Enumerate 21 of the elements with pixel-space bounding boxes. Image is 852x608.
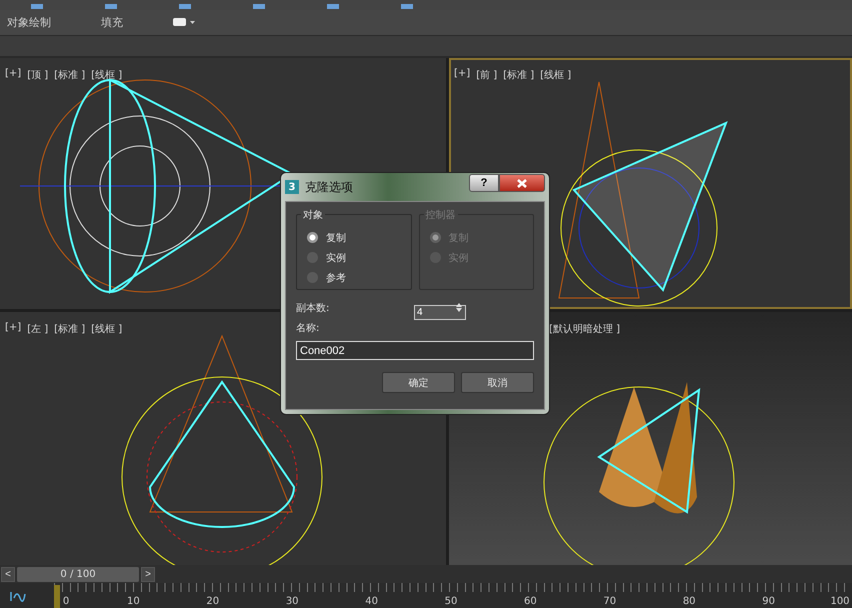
radio-label: 实例 [326,252,346,264]
radio-label: 参考 [326,272,346,284]
group-title: 控制器 [424,208,458,222]
frame-number: 10 [127,596,140,607]
field-label: 名称: [296,322,320,335]
frame-number: 60 [524,596,537,607]
frame-number: 20 [206,596,220,607]
radio-label: 实例 [448,252,468,264]
frame-number: 70 [603,596,616,607]
frame-number: 30 [286,596,299,607]
radio-label: 复制 [448,232,468,244]
frame-number: 90 [762,596,775,607]
frame-number: 80 [682,596,696,607]
dialog-title: 克隆选项 [305,178,353,196]
group-title: 对象 [301,208,325,222]
app-icon: 3 [285,180,299,194]
frame-number: 50 [444,596,458,607]
frame-number: 100 [830,596,850,607]
frame-number: 0 [62,596,70,607]
radio-label: 复制 [326,232,346,244]
frame-number: 40 [365,596,378,607]
